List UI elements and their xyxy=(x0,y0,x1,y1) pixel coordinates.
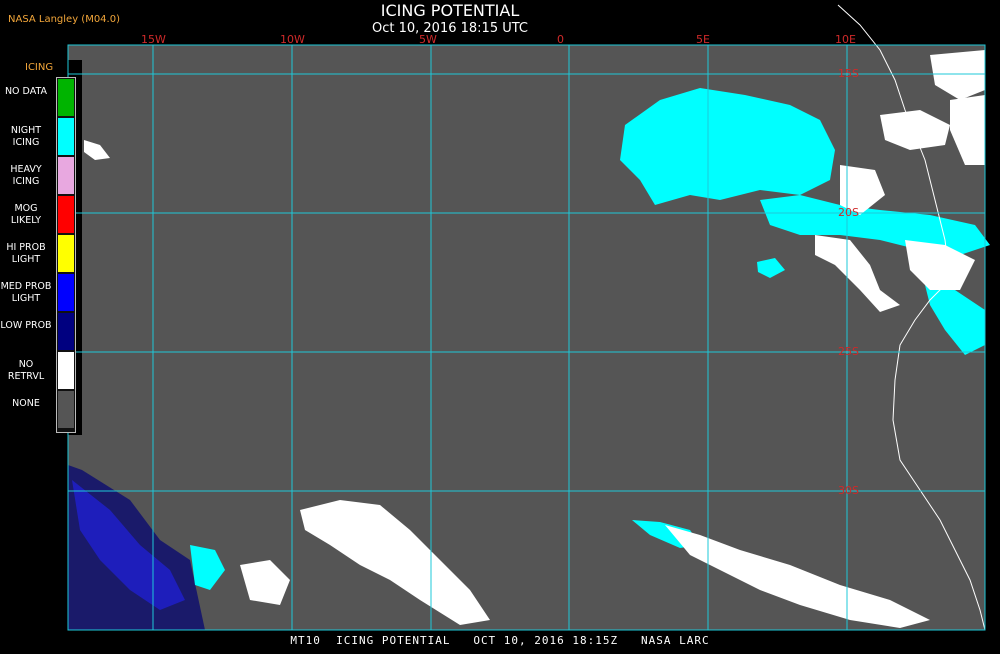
legend-swatch xyxy=(58,196,74,233)
legend-swatch xyxy=(58,157,74,194)
legend-label: HI PROB LIGHT xyxy=(6,242,46,265)
legend-label: NIGHT ICING xyxy=(10,125,42,148)
latitude-label: 30S xyxy=(838,484,859,497)
legend-label: NO DATA xyxy=(4,86,48,97)
legend-swatch xyxy=(58,352,74,389)
footer-caption: MT10 ICING POTENTIAL OCT 10, 2016 18:15Z… xyxy=(290,634,710,647)
page-title: ICING POTENTIAL xyxy=(380,1,520,20)
longitude-label: 5E xyxy=(696,33,710,46)
satellite-map: 15W 10W 5W 0 5E 10E 15S 20S 25S 30S xyxy=(0,0,1000,650)
latitude-label: 25S xyxy=(838,345,859,358)
legend-label: LOW PROB xyxy=(0,320,52,331)
legend-swatch xyxy=(58,391,74,428)
legend-label: MED PROB LIGHT xyxy=(0,281,52,304)
legend-title: ICING xyxy=(25,62,54,73)
latitude-label: 15S xyxy=(838,67,859,80)
legend-label: HEAVY ICING xyxy=(10,164,42,187)
map-canvas xyxy=(0,4,990,631)
legend-swatch xyxy=(58,235,74,272)
legend-swatch xyxy=(58,313,74,350)
page-subtitle: Oct 10, 2016 18:15 UTC xyxy=(372,21,528,36)
legend-swatch xyxy=(58,118,74,155)
legend-label: NONE xyxy=(12,398,40,409)
longitude-label: 10E xyxy=(835,33,856,46)
latitude-label: 20S xyxy=(838,206,859,219)
longitude-label: 15W xyxy=(141,33,166,46)
legend-color-bar xyxy=(56,77,76,433)
credit-label: NASA Langley (M04.0) xyxy=(8,14,120,25)
legend-label: MOG LIKELY xyxy=(10,203,42,226)
legend-swatch xyxy=(58,274,74,311)
legend-label: NO RETRVL xyxy=(7,359,45,382)
legend-swatch xyxy=(58,79,74,116)
